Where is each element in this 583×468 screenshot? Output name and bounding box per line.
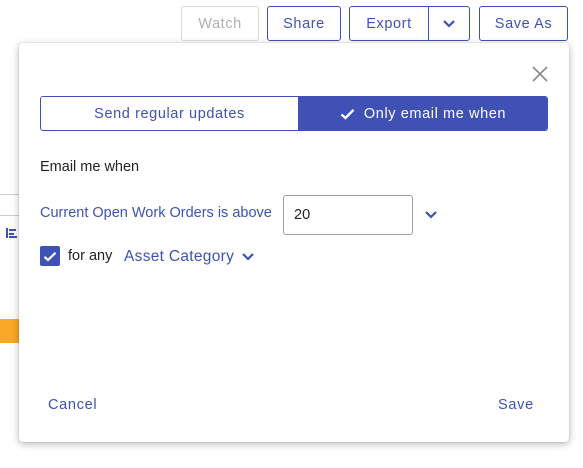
check-icon [43,251,57,262]
page: Watch Share Export Save As Send regular … [0,0,583,468]
send-regular-updates-option[interactable]: Send regular updates [41,97,299,130]
background-bar [0,319,20,343]
for-any-checkbox[interactable] [40,246,60,266]
threshold-value-input[interactable] [283,195,413,235]
condition-metric-label[interactable]: Current Open Work Orders is above [40,205,272,221]
export-split-button: Export [349,6,470,41]
save-button[interactable]: Save [498,395,534,415]
close-icon[interactable] [531,65,549,83]
email-me-when-heading: Email me when [40,159,140,175]
watch-button[interactable]: Watch [181,6,259,41]
only-email-me-when-option[interactable]: Only email me when [299,97,547,130]
chevron-down-icon [443,19,455,28]
export-button[interactable]: Export [350,7,429,40]
asset-category-dropdown[interactable]: Asset Category [124,246,255,268]
align-left-icon [6,228,17,238]
asset-category-label: Asset Category [124,248,235,265]
only-email-me-when-label: Only email me when [363,105,507,122]
email-alert-dialog: Send regular updates Only email me when … [19,43,569,442]
share-button[interactable]: Share [267,6,341,41]
send-regular-updates-label: Send regular updates [94,105,245,122]
check-icon [340,108,355,120]
chevron-down-icon[interactable] [423,207,439,223]
chevron-down-icon [242,253,254,261]
export-menu-button[interactable] [429,7,469,40]
for-any-label: for any [68,248,113,264]
cancel-button[interactable]: Cancel [48,395,97,415]
background-divider [0,194,20,195]
update-mode-toggle: Send regular updates Only email me when [40,96,548,131]
background-divider [0,215,20,216]
save-as-button[interactable]: Save As [479,6,568,41]
